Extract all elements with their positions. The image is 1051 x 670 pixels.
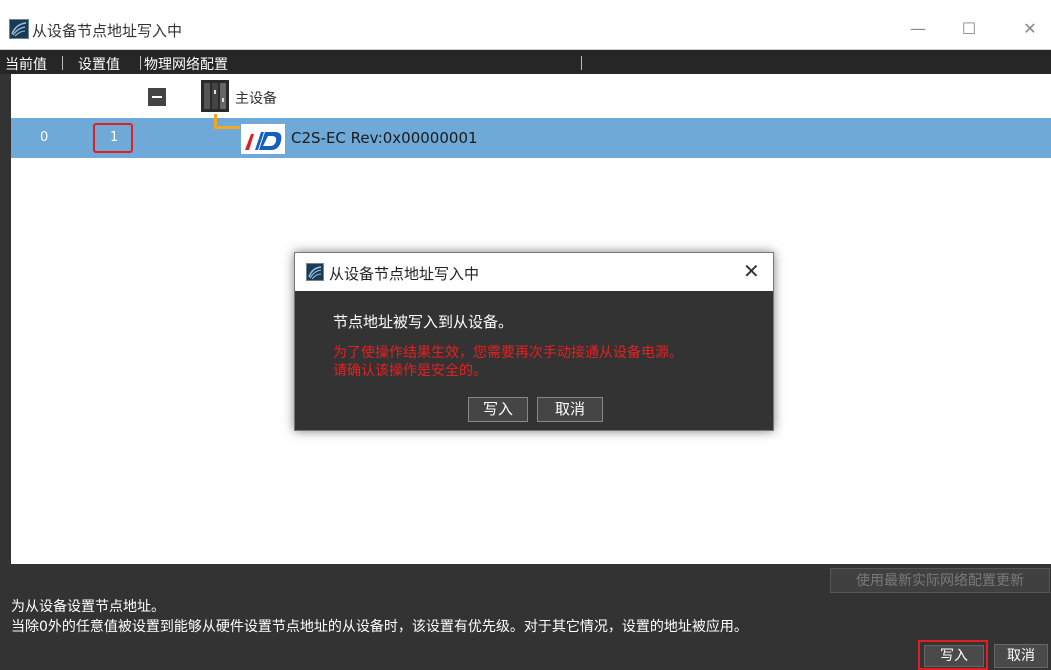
dialog-message: 节点地址被写入到从设备。	[333, 313, 514, 331]
update-from-actual-config-button[interactable]: 使用最新实际网络配置更新	[830, 568, 1050, 593]
maximize-button[interactable]: ☐	[949, 15, 989, 43]
column-divider[interactable]	[62, 56, 63, 70]
slave-current-value: 0	[40, 130, 49, 145]
dialog-close-button[interactable]: ✕	[743, 259, 760, 283]
dialog-write-button[interactable]: 写入	[468, 397, 528, 422]
network-app-icon	[9, 19, 29, 39]
cancel-button[interactable]: 取消	[994, 644, 1048, 668]
network-app-icon	[306, 263, 324, 281]
collapse-icon[interactable]	[148, 88, 166, 106]
master-device-label: 主设备	[235, 91, 277, 107]
write-button[interactable]: 写入	[924, 645, 984, 667]
column-header: 当前值 设置值 物理网络配置	[0, 50, 1051, 74]
dialog-cancel-button[interactable]: 取消	[537, 397, 603, 422]
tree-connector-line	[214, 114, 240, 129]
dialog-titlebar: 从设备节点地址写入中 ✕	[295, 253, 773, 291]
dialog-warning-line-1: 为了使操作结果生效，您需要再次手动接通从设备电源。	[333, 345, 683, 361]
slave-set-value: 1	[110, 130, 119, 145]
column-divider[interactable]	[140, 56, 141, 70]
column-physical-config[interactable]: 物理网络配置	[144, 54, 228, 74]
close-button[interactable]: ✕	[1010, 15, 1050, 43]
slave-device-label: C2S-EC Rev:0x00000001	[291, 129, 478, 147]
confirm-dialog: 从设备节点地址写入中 ✕ 节点地址被写入到从设备。 为了使操作结果生效，您需要再…	[294, 252, 774, 431]
window-title: 从设备节点地址写入中	[32, 22, 183, 40]
dialog-title: 从设备节点地址写入中	[329, 265, 480, 283]
window-titlebar: 从设备节点地址写入中 — ☐ ✕	[0, 9, 1051, 50]
tree-row-master[interactable]: 主设备	[11, 74, 1051, 118]
slave-set-value-field[interactable]: 1	[93, 123, 133, 153]
top-strip	[0, 0, 1051, 9]
column-set-value[interactable]: 设置值	[78, 54, 120, 74]
tree-row-slave[interactable]: 0 1 C2S-EC Rev:0x00000001	[11, 118, 1051, 158]
dialog-warning-line-2: 请确认该操作是安全的。	[333, 363, 487, 379]
column-divider[interactable]	[581, 56, 582, 70]
write-button-highlight: 写入	[918, 640, 988, 670]
description-line-1: 为从设备设置节点地址。	[11, 599, 165, 615]
minimize-button[interactable]: —	[898, 15, 938, 43]
plc-master-icon	[201, 80, 229, 112]
description-line-2: 当除0外的任意值被设置到能够从硬件设置节点地址的从设备时，该设置有优先级。对于其…	[11, 619, 748, 635]
servo-drive-logo-icon	[241, 124, 285, 154]
column-current-value[interactable]: 当前值	[5, 54, 47, 74]
